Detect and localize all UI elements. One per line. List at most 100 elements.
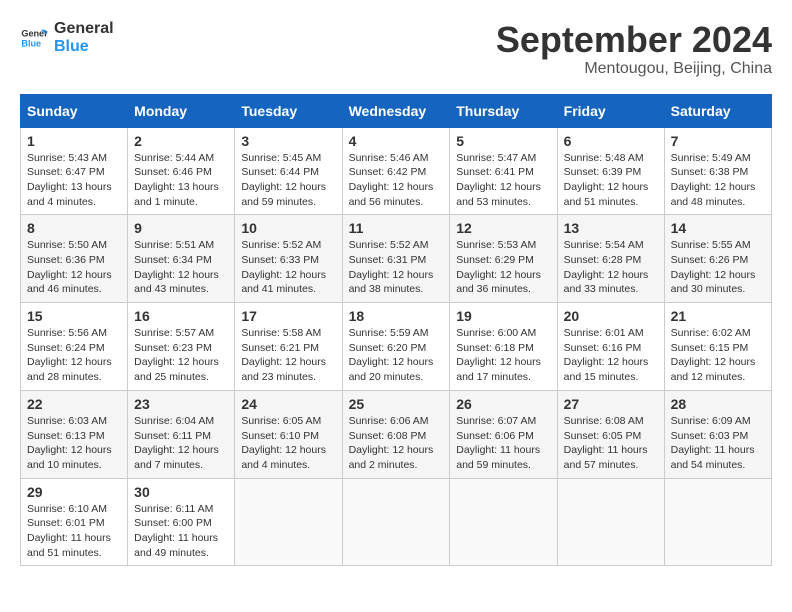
calendar-cell: 1 Sunrise: 5:43 AM Sunset: 6:47 PM Daylig…: [21, 127, 128, 215]
day-number: 26: [456, 396, 550, 412]
calendar-cell: 26 Sunrise: 6:07 AM Sunset: 6:06 PM Dayli…: [450, 390, 557, 478]
day-number: 30: [134, 484, 228, 500]
location: Mentougou, Beijing, China: [496, 60, 772, 78]
day-info: Sunrise: 5:52 AM Sunset: 6:31 PM Dayligh…: [349, 238, 444, 297]
calendar-week-row: 22Sunrise: 6:03 AM Sunset: 6:13 PM Dayli…: [21, 390, 772, 478]
day-info: Sunrise: 5:59 AM Sunset: 6:20 PM Dayligh…: [349, 326, 444, 385]
day-info: Sunrise: 5:57 AM Sunset: 6:23 PM Dayligh…: [134, 326, 228, 385]
calendar-cell: 20 Sunrise: 6:01 AM Sunset: 6:16 PM Dayli…: [557, 303, 664, 391]
logo-line1: General: [54, 20, 114, 38]
day-info: Sunrise: 6:10 AM Sunset: 6:01 PM Dayligh…: [27, 502, 121, 561]
month-title: September 2024: [496, 20, 772, 60]
day-info: Sunrise: 6:01 AM Sunset: 6:16 PM Dayligh…: [564, 326, 658, 385]
day-number: 15: [27, 308, 121, 324]
calendar-cell: 11 Sunrise: 5:52 AM Sunset: 6:31 PM Dayli…: [342, 215, 450, 303]
day-number: 11: [349, 220, 444, 236]
page-header: General Blue General Blue September 2024…: [20, 20, 772, 78]
calendar-header: SundayMondayTuesdayWednesdayThursdayFrid…: [21, 94, 772, 127]
weekday-header-tuesday: Tuesday: [235, 94, 342, 127]
day-info: Sunrise: 6:06 AM Sunset: 6:08 PM Dayligh…: [349, 414, 444, 473]
day-info: Sunrise: 5:56 AM Sunset: 6:24 PM Dayligh…: [27, 326, 121, 385]
calendar-body: 1 Sunrise: 5:43 AM Sunset: 6:47 PM Daylig…: [21, 127, 772, 566]
calendar-cell: [557, 478, 664, 566]
day-number: 9: [134, 220, 228, 236]
day-info: Sunrise: 5:53 AM Sunset: 6:29 PM Dayligh…: [456, 238, 550, 297]
calendar-cell: 4 Sunrise: 5:46 AM Sunset: 6:42 PM Daylig…: [342, 127, 450, 215]
calendar-cell: 22Sunrise: 6:03 AM Sunset: 6:13 PM Dayli…: [21, 390, 128, 478]
day-number: 5: [456, 133, 550, 149]
day-info: Sunrise: 6:08 AM Sunset: 6:05 PM Dayligh…: [564, 414, 658, 473]
day-number: 8: [27, 220, 121, 236]
day-info: Sunrise: 6:11 AM Sunset: 6:00 PM Dayligh…: [134, 502, 228, 561]
calendar-cell: 7 Sunrise: 5:49 AM Sunset: 6:38 PM Daylig…: [664, 127, 771, 215]
weekday-header-thursday: Thursday: [450, 94, 557, 127]
calendar-cell: 25Sunrise: 6:06 AM Sunset: 6:08 PM Dayli…: [342, 390, 450, 478]
day-info: Sunrise: 5:54 AM Sunset: 6:28 PM Dayligh…: [564, 238, 658, 297]
calendar-week-row: 15 Sunrise: 5:56 AM Sunset: 6:24 PM Dayli…: [21, 303, 772, 391]
day-number: 4: [349, 133, 444, 149]
calendar-cell: 13 Sunrise: 5:54 AM Sunset: 6:28 PM Dayli…: [557, 215, 664, 303]
day-info: Sunrise: 6:04 AM Sunset: 6:11 PM Dayligh…: [134, 414, 228, 473]
logo: General Blue General Blue: [20, 20, 114, 57]
day-number: 17: [241, 308, 335, 324]
calendar-cell: 16Sunrise: 5:57 AM Sunset: 6:23 PM Dayli…: [128, 303, 235, 391]
day-info: Sunrise: 6:07 AM Sunset: 6:06 PM Dayligh…: [456, 414, 550, 473]
day-number: 27: [564, 396, 658, 412]
day-number: 19: [456, 308, 550, 324]
day-info: Sunrise: 6:02 AM Sunset: 6:15 PM Dayligh…: [671, 326, 765, 385]
calendar-cell: 24Sunrise: 6:05 AM Sunset: 6:10 PM Dayli…: [235, 390, 342, 478]
day-info: Sunrise: 5:44 AM Sunset: 6:46 PM Dayligh…: [134, 151, 228, 210]
day-number: 10: [241, 220, 335, 236]
weekday-header-friday: Friday: [557, 94, 664, 127]
calendar-cell: 12 Sunrise: 5:53 AM Sunset: 6:29 PM Dayli…: [450, 215, 557, 303]
calendar-cell: [342, 478, 450, 566]
svg-text:Blue: Blue: [21, 39, 41, 49]
weekday-header-saturday: Saturday: [664, 94, 771, 127]
day-number: 14: [671, 220, 765, 236]
calendar-cell: 10 Sunrise: 5:52 AM Sunset: 6:33 PM Dayli…: [235, 215, 342, 303]
calendar-cell: 5 Sunrise: 5:47 AM Sunset: 6:41 PM Daylig…: [450, 127, 557, 215]
calendar-cell: 3 Sunrise: 5:45 AM Sunset: 6:44 PM Daylig…: [235, 127, 342, 215]
day-number: 20: [564, 308, 658, 324]
calendar-cell: 15 Sunrise: 5:56 AM Sunset: 6:24 PM Dayli…: [21, 303, 128, 391]
calendar-cell: 6Sunrise: 5:48 AM Sunset: 6:39 PM Daylig…: [557, 127, 664, 215]
day-info: Sunrise: 5:45 AM Sunset: 6:44 PM Dayligh…: [241, 151, 335, 210]
calendar-cell: 9 Sunrise: 5:51 AM Sunset: 6:34 PM Daylig…: [128, 215, 235, 303]
day-number: 1: [27, 133, 121, 149]
calendar-week-row: 29Sunrise: 6:10 AM Sunset: 6:01 PM Dayli…: [21, 478, 772, 566]
day-number: 18: [349, 308, 444, 324]
weekday-header-monday: Monday: [128, 94, 235, 127]
calendar-week-row: 1 Sunrise: 5:43 AM Sunset: 6:47 PM Daylig…: [21, 127, 772, 215]
calendar-cell: 19 Sunrise: 6:00 AM Sunset: 6:18 PM Dayli…: [450, 303, 557, 391]
weekday-header-sunday: Sunday: [21, 94, 128, 127]
day-number: 23: [134, 396, 228, 412]
calendar-cell: [664, 478, 771, 566]
day-info: Sunrise: 6:00 AM Sunset: 6:18 PM Dayligh…: [456, 326, 550, 385]
day-info: Sunrise: 5:49 AM Sunset: 6:38 PM Dayligh…: [671, 151, 765, 210]
day-info: Sunrise: 5:51 AM Sunset: 6:34 PM Dayligh…: [134, 238, 228, 297]
day-number: 7: [671, 133, 765, 149]
weekday-header-wednesday: Wednesday: [342, 94, 450, 127]
calendar-cell: 2Sunrise: 5:44 AM Sunset: 6:46 PM Daylig…: [128, 127, 235, 215]
day-info: Sunrise: 5:46 AM Sunset: 6:42 PM Dayligh…: [349, 151, 444, 210]
weekday-header-row: SundayMondayTuesdayWednesdayThursdayFrid…: [21, 94, 772, 127]
day-number: 12: [456, 220, 550, 236]
day-number: 28: [671, 396, 765, 412]
calendar-cell: 17Sunrise: 5:58 AM Sunset: 6:21 PM Dayli…: [235, 303, 342, 391]
day-info: Sunrise: 5:55 AM Sunset: 6:26 PM Dayligh…: [671, 238, 765, 297]
day-info: Sunrise: 5:43 AM Sunset: 6:47 PM Dayligh…: [27, 151, 121, 210]
calendar-cell: 27 Sunrise: 6:08 AM Sunset: 6:05 PM Dayli…: [557, 390, 664, 478]
day-number: 13: [564, 220, 658, 236]
calendar-cell: 18 Sunrise: 5:59 AM Sunset: 6:20 PM Dayli…: [342, 303, 450, 391]
logo-line2: Blue: [54, 38, 114, 56]
day-number: 3: [241, 133, 335, 149]
calendar-cell: [450, 478, 557, 566]
calendar-cell: 23 Sunrise: 6:04 AM Sunset: 6:11 PM Dayli…: [128, 390, 235, 478]
day-info: Sunrise: 5:52 AM Sunset: 6:33 PM Dayligh…: [241, 238, 335, 297]
day-info: Sunrise: 5:50 AM Sunset: 6:36 PM Dayligh…: [27, 238, 121, 297]
calendar-cell: 21Sunrise: 6:02 AM Sunset: 6:15 PM Dayli…: [664, 303, 771, 391]
day-info: Sunrise: 5:48 AM Sunset: 6:39 PM Dayligh…: [564, 151, 658, 210]
day-info: Sunrise: 5:47 AM Sunset: 6:41 PM Dayligh…: [456, 151, 550, 210]
day-info: Sunrise: 6:03 AM Sunset: 6:13 PM Dayligh…: [27, 414, 121, 473]
calendar-week-row: 8 Sunrise: 5:50 AM Sunset: 6:36 PM Daylig…: [21, 215, 772, 303]
